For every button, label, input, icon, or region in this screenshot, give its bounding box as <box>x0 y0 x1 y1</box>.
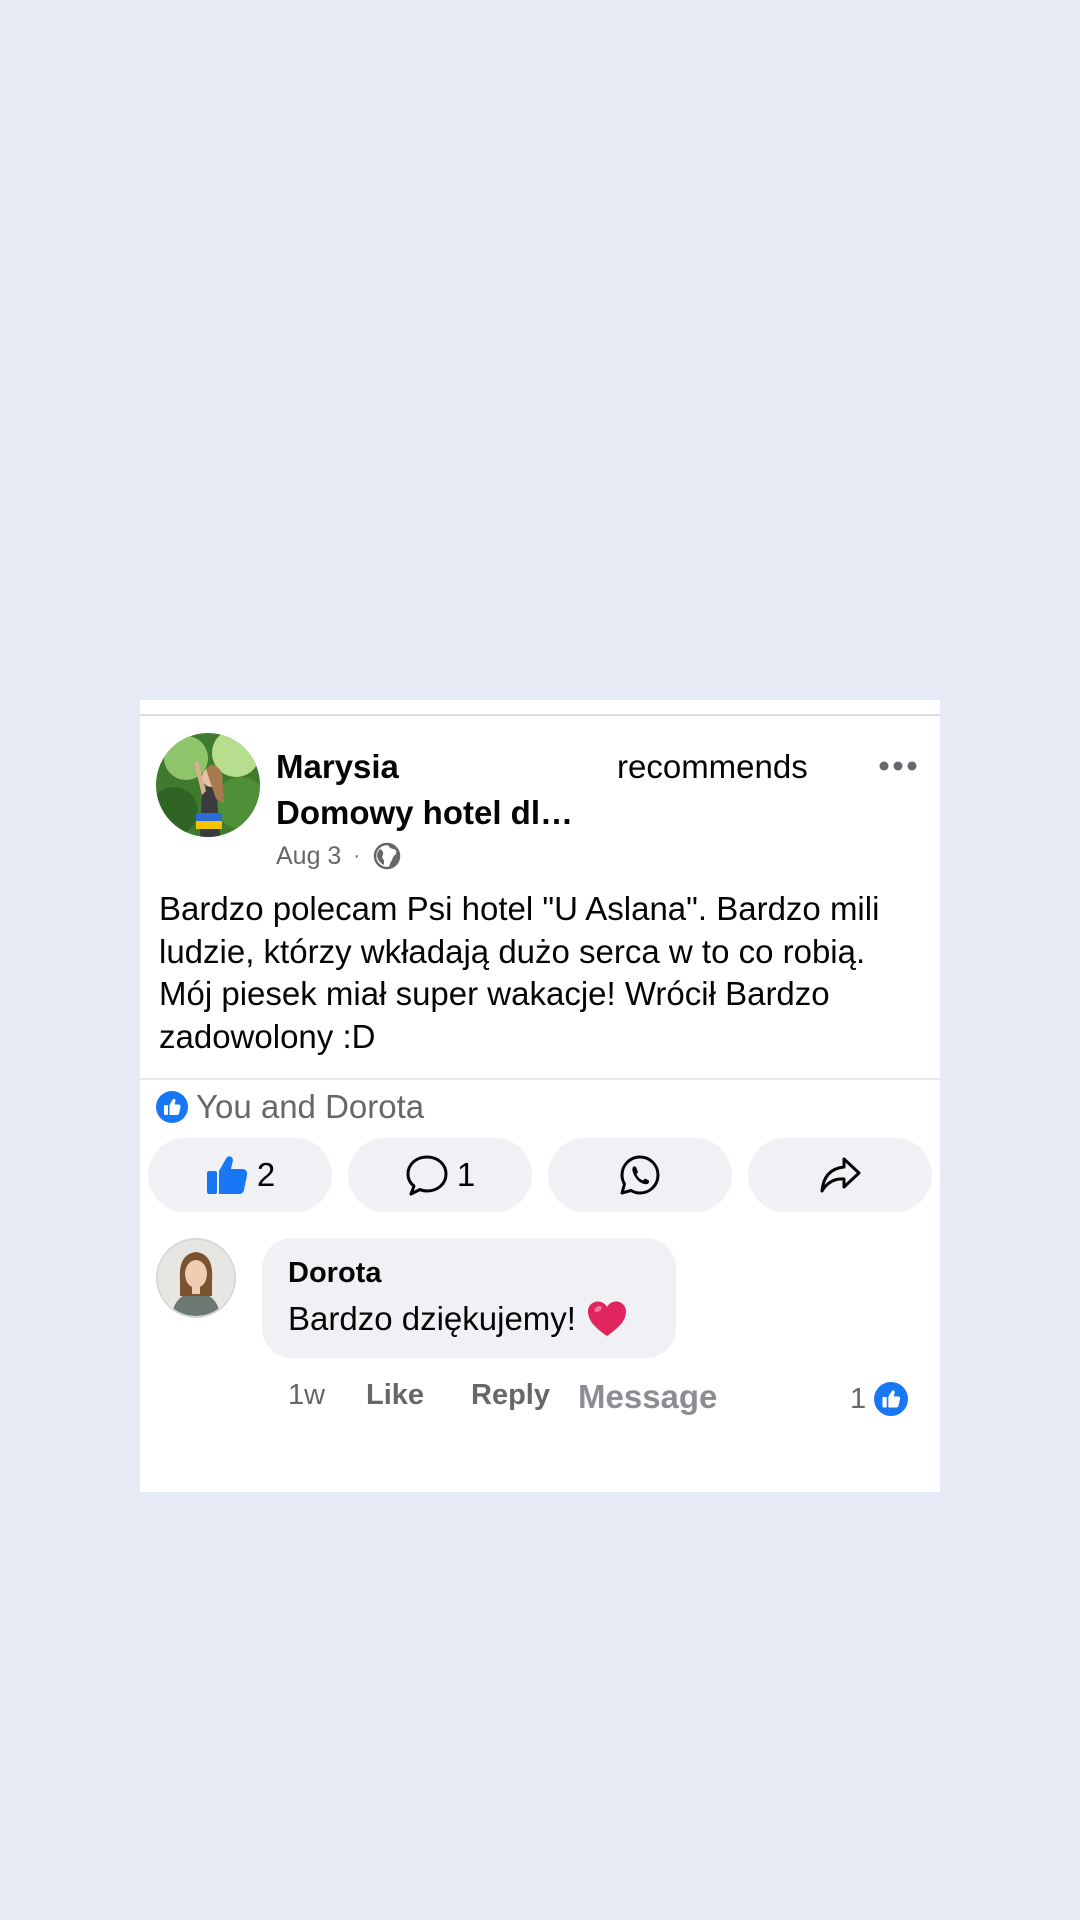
post-author[interactable]: Marysia <box>276 747 399 787</box>
comment-like-button[interactable]: Like <box>366 1370 424 1420</box>
post-action-bar: 2 1 <box>148 1138 932 1212</box>
post-action-text: recommends <box>617 748 808 785</box>
comment-time: 1w <box>288 1379 326 1411</box>
reactions-summary[interactable]: You and Dorota <box>156 1086 424 1128</box>
like-reaction-icon <box>156 1091 188 1123</box>
comment-icon <box>406 1155 448 1196</box>
comment-message-button[interactable]: Message <box>578 1372 717 1422</box>
divider <box>140 714 940 716</box>
divider <box>140 1078 940 1080</box>
comment-author[interactable]: Dorota <box>288 1256 381 1290</box>
author-avatar[interactable] <box>156 733 260 837</box>
globe-icon <box>373 842 401 870</box>
recommended-page-name[interactable]: Domowy hotel dla psów <box>276 793 576 833</box>
post-date[interactable]: Aug 3 <box>276 840 341 872</box>
heart-icon <box>587 1301 626 1336</box>
share-button[interactable] <box>748 1138 932 1212</box>
commenter-avatar[interactable] <box>156 1238 236 1318</box>
like-button[interactable]: 2 <box>148 1138 332 1212</box>
post-meta: Aug 3 · <box>276 840 402 872</box>
comment-count: 1 <box>456 1156 476 1193</box>
comment-text: Bardzo dziękujemy! <box>288 1298 628 1340</box>
comment-reply-button[interactable]: Reply <box>471 1370 550 1420</box>
post-body: Bardzo polecam Psi hotel "U Aslana". Bar… <box>159 890 880 1055</box>
whatsapp-icon <box>620 1155 660 1195</box>
like-count: 2 <box>256 1156 276 1193</box>
comment-text-content: Bardzo dziękujemy! <box>288 1300 576 1337</box>
comment-button[interactable]: 1 <box>348 1138 532 1212</box>
like-reaction-icon <box>874 1382 909 1416</box>
comment-like-count: 1 <box>850 1382 867 1415</box>
comment-likes[interactable]: 1 <box>850 1382 909 1416</box>
meta-separator: · <box>353 845 361 867</box>
thumbs-up-icon <box>206 1156 247 1194</box>
share-icon <box>820 1157 861 1193</box>
comment-bubble[interactable]: Dorota Bardzo dziękujemy! <box>262 1238 676 1358</box>
more-options-icon[interactable] <box>876 754 920 778</box>
whatsapp-share-button[interactable] <box>548 1138 732 1212</box>
post-card: Marysia recommends Domowy hotel dla psów… <box>140 700 940 1492</box>
reactions-text: You and Dorota <box>196 1088 425 1125</box>
